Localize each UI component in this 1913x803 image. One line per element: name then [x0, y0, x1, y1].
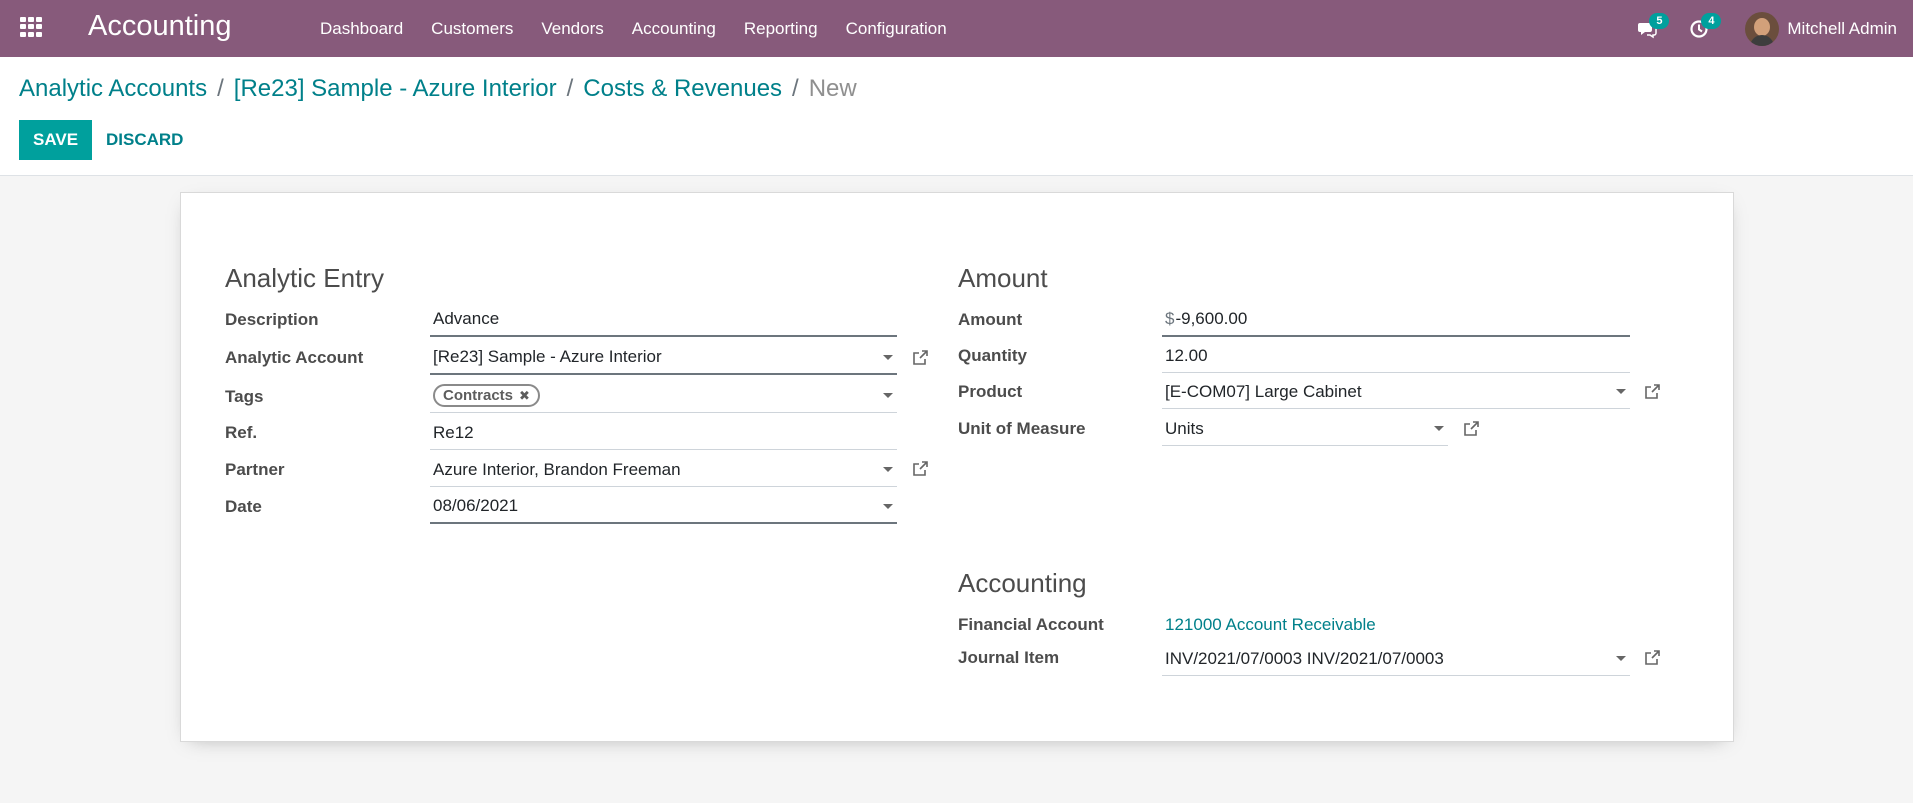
- form-sheet: Analytic Entry Description Advance Analy…: [180, 192, 1734, 742]
- date-value: 08/06/2021: [433, 496, 519, 515]
- breadcrumb-analytic-account[interactable]: [Re23] Sample - Azure Interior: [234, 75, 557, 103]
- external-link-icon[interactable]: [911, 349, 929, 367]
- user-menu[interactable]: Mitchell Admin: [1745, 11, 1897, 46]
- ref-value: Re12: [433, 422, 474, 442]
- financial-account-label: Financial Account: [958, 615, 1104, 634]
- apps-menu-icon[interactable]: [20, 17, 44, 37]
- menu-customers[interactable]: Customers: [417, 0, 527, 57]
- save-button[interactable]: SAVE: [19, 120, 93, 160]
- uom-label: Unit of Measure: [958, 419, 1086, 438]
- currency-symbol: $: [1165, 309, 1175, 328]
- partner-label: Partner: [225, 460, 285, 479]
- quantity-input[interactable]: 12.00: [1162, 339, 1630, 373]
- menu-dashboard[interactable]: Dashboard: [306, 0, 417, 57]
- chevron-down-icon[interactable]: [1434, 426, 1444, 431]
- chevron-down-icon[interactable]: [883, 393, 893, 398]
- uom-value: Units: [1165, 418, 1204, 438]
- product-value: [E-COM07] Large Cabinet: [1165, 381, 1362, 401]
- systray: 5 4 Mitchell Admin: [1627, 0, 1913, 57]
- main-menu: Dashboard Customers Vendors Accounting R…: [306, 0, 961, 57]
- partner-select[interactable]: Azure Interior, Brandon Freeman: [430, 453, 897, 487]
- external-link-icon[interactable]: [911, 460, 929, 478]
- external-link-icon[interactable]: [1643, 649, 1661, 667]
- chevron-down-icon[interactable]: [1616, 656, 1626, 661]
- date-label: Date: [225, 497, 262, 516]
- analytic-account-value: [Re23] Sample - Azure Interior: [433, 347, 662, 366]
- menu-reporting[interactable]: Reporting: [730, 0, 832, 57]
- discard-button[interactable]: DISCARD: [94, 120, 195, 160]
- amount-title: Amount: [958, 263, 1048, 293]
- description-input[interactable]: Advance: [430, 303, 897, 337]
- journal-item-label: Journal Item: [958, 648, 1060, 667]
- description-label: Description: [225, 310, 319, 329]
- breadcrumb-separator: /: [792, 75, 799, 102]
- journal-item-select[interactable]: INV/2021/07/0003 INV/2021/07/0003: [1162, 642, 1630, 676]
- breadcrumb-separator: /: [566, 75, 574, 102]
- amount-value: -9,600.00: [1175, 309, 1248, 328]
- chevron-down-icon[interactable]: [883, 467, 893, 472]
- financial-account-link[interactable]: 121000 Account Receivable: [1165, 615, 1376, 635]
- chevron-down-icon[interactable]: [1616, 389, 1626, 394]
- breadcrumb-current: New: [808, 75, 857, 102]
- menu-accounting[interactable]: Accounting: [618, 0, 730, 57]
- app-brand[interactable]: Accounting: [88, 10, 232, 43]
- menu-vendors[interactable]: Vendors: [527, 0, 617, 57]
- date-input[interactable]: 08/06/2021: [430, 490, 897, 524]
- breadcrumb-separator: /: [217, 75, 224, 102]
- breadcrumb-analytic-accounts[interactable]: Analytic Accounts: [19, 75, 207, 103]
- top-navbar: Accounting Dashboard Customers Vendors A…: [0, 0, 1913, 57]
- partner-value: Azure Interior, Brandon Freeman: [433, 459, 681, 479]
- tag-contracts: Contracts ✖: [433, 384, 540, 407]
- external-link-icon[interactable]: [1643, 383, 1661, 401]
- control-panel: Analytic Accounts / [Re23] Sample - Azur…: [0, 57, 1913, 176]
- menu-configuration[interactable]: Configuration: [832, 0, 961, 57]
- activities-count-badge: 4: [1701, 13, 1722, 29]
- activities-button[interactable]: 4: [1679, 0, 1722, 57]
- product-label: Product: [958, 382, 1023, 401]
- product-select[interactable]: [E-COM07] Large Cabinet: [1162, 375, 1630, 409]
- ref-label: Ref.: [225, 423, 258, 442]
- journal-item-value: INV/2021/07/0003 INV/2021/07/0003: [1165, 648, 1444, 668]
- external-link-icon[interactable]: [1462, 420, 1480, 438]
- quantity-value: 12.00: [1165, 345, 1208, 365]
- quantity-label: Quantity: [958, 346, 1027, 365]
- analytic-account-label: Analytic Account: [225, 348, 364, 367]
- analytic-account-select[interactable]: [Re23] Sample - Azure Interior: [430, 341, 897, 375]
- chevron-down-icon[interactable]: [883, 503, 893, 509]
- uom-select[interactable]: Units: [1162, 412, 1448, 446]
- user-name: Mitchell Admin: [1787, 18, 1897, 38]
- amount-label: Amount: [958, 310, 1023, 329]
- breadcrumb: Analytic Accounts / [Re23] Sample - Azur…: [19, 75, 857, 103]
- messages-count-badge: 5: [1649, 13, 1670, 29]
- ref-input[interactable]: Re12: [430, 416, 897, 450]
- breadcrumb-costs-revenues[interactable]: Costs & Revenues: [583, 75, 782, 103]
- chevron-down-icon[interactable]: [883, 354, 893, 360]
- amount-input[interactable]: $ -9,600.00: [1162, 303, 1630, 337]
- messages-button[interactable]: 5: [1627, 0, 1670, 57]
- tags-input[interactable]: Contracts ✖: [430, 379, 897, 413]
- analytic-entry-title: Analytic Entry: [225, 263, 384, 293]
- accounting-title: Accounting: [958, 568, 1087, 598]
- description-value: Advance: [433, 309, 500, 328]
- remove-tag-icon[interactable]: ✖: [519, 388, 530, 404]
- tags-label: Tags: [225, 387, 264, 406]
- user-avatar: [1745, 11, 1780, 46]
